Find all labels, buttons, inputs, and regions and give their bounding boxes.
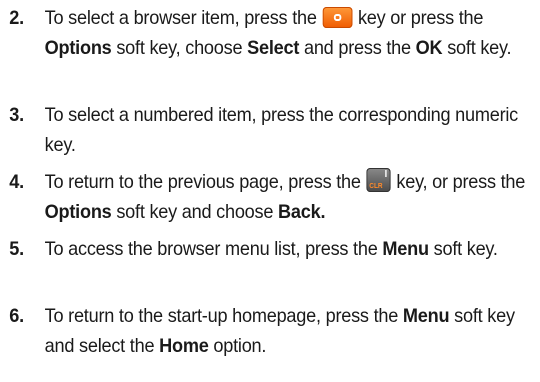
select-label: Select <box>247 37 300 59</box>
clr-key-icon: I CLR <box>366 168 391 192</box>
step-text: key or press the <box>357 7 484 29</box>
step-text: To return to the previous page, press th… <box>44 171 361 193</box>
menu-label: Menu <box>382 238 429 260</box>
back-label: Back. <box>278 201 326 223</box>
home-label: Home <box>159 335 209 357</box>
ok-label: OK <box>415 37 443 59</box>
list-item: 2. To select a browser item, press the k… <box>0 3 538 63</box>
step-number: 3. <box>9 104 24 126</box>
step-text: To access the browser menu list, press t… <box>44 238 378 260</box>
list-item: 5. To access the browser menu list, pres… <box>0 234 538 264</box>
step-text: soft key. <box>433 238 498 260</box>
step-text: key, or press the <box>396 171 526 193</box>
step-number: 2. <box>9 7 24 29</box>
step-number: 6. <box>9 305 24 327</box>
step-text: soft key, choose <box>116 37 243 59</box>
ok-key-icon <box>322 7 353 28</box>
clr-key-top-label: I <box>384 169 388 180</box>
step-number: 4. <box>9 171 24 193</box>
step-text: soft key and choose <box>116 201 274 223</box>
step-text: To select a browser item, press the <box>44 7 317 29</box>
step-text: soft key. <box>447 37 512 59</box>
step-text: and press the <box>303 37 411 59</box>
menu-label: Menu <box>402 305 450 327</box>
step-number: 5. <box>9 238 24 260</box>
step-text: option. <box>213 335 267 357</box>
list-item: 4. To return to the previous page, press… <box>0 167 538 227</box>
options-label: Options <box>44 201 112 223</box>
list-item: 6. To return to the start-up homepage, p… <box>0 301 538 361</box>
step-text: To return to the start-up homepage, pres… <box>44 305 399 327</box>
list-item: 3. To select a numbered item, press the … <box>0 100 538 160</box>
options-label: Options <box>44 37 112 59</box>
clr-key-bottom-label: CLR <box>369 183 383 190</box>
step-text: To select a numbered item, press the cor… <box>44 104 519 156</box>
